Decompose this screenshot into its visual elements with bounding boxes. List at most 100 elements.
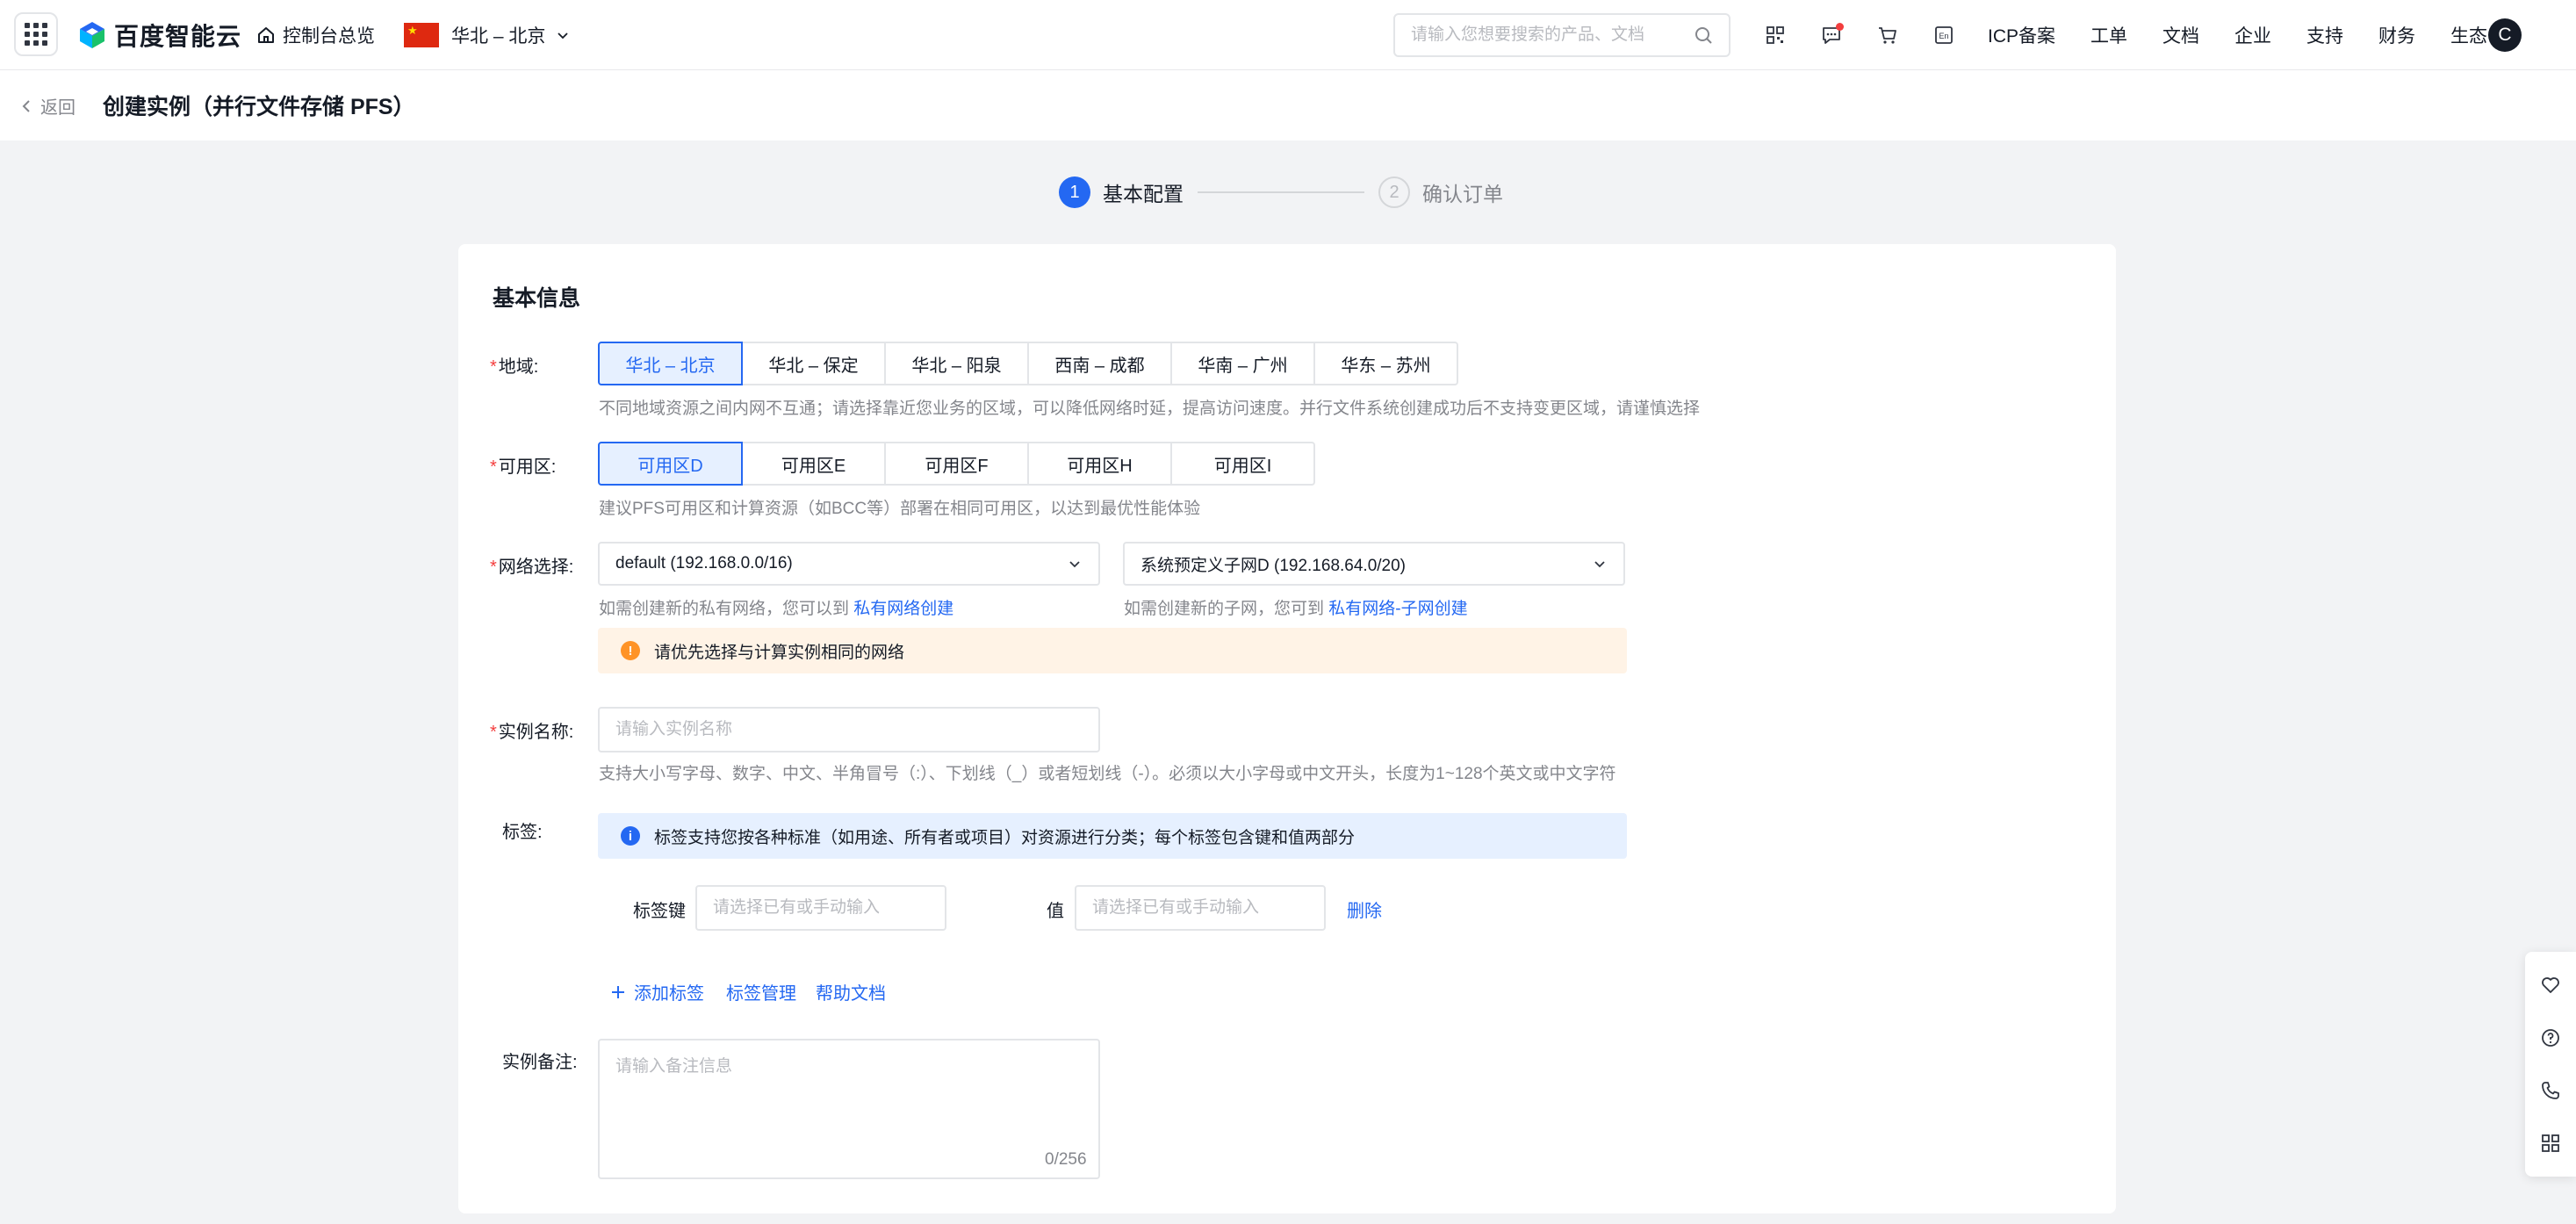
tag-key-input[interactable] bbox=[695, 885, 946, 931]
region-selector: 华北 – 北京 华北 – 保定 华北 – 阳泉 西南 – 成都 华南 – 广州 … bbox=[598, 342, 1458, 385]
console-home-link[interactable]: 控制台总览 bbox=[256, 19, 375, 51]
baidu-ai-cloud-logo[interactable]: 百度智能云 bbox=[77, 18, 241, 53]
vpc-select[interactable]: default (192.168.0.0/16) bbox=[598, 542, 1100, 586]
warning-icon: ! bbox=[621, 641, 640, 660]
delete-tag-link[interactable]: 删除 bbox=[1347, 896, 1382, 922]
create-subnet-link[interactable]: 私有网络-子网创建 bbox=[1328, 600, 1467, 618]
zone-option-f[interactable]: 可用区F bbox=[884, 442, 1029, 486]
subnet-select-value: 系统预定义子网D (192.168.64.0/20) bbox=[1140, 556, 1407, 575]
vpc-hint: 如需创建新的私有网络，您可以到 私有网络创建 bbox=[599, 600, 954, 618]
section-title: 基本信息 bbox=[493, 286, 581, 311]
console-home-label: 控制台总览 bbox=[283, 26, 375, 47]
remark-char-counter: 0/256 bbox=[1045, 1150, 1087, 1169]
tag-key-label: 标签键 bbox=[633, 902, 686, 921]
global-search-box[interactable] bbox=[1393, 13, 1731, 57]
chevron-down-icon bbox=[1594, 561, 1605, 568]
nav-link-finance[interactable]: 财务 bbox=[2378, 22, 2415, 48]
basic-info-card: 基本信息 * 地域: 华北 – 北京 华北 – 保定 华北 – 阳泉 西南 – 成… bbox=[458, 244, 2116, 1213]
plus-icon bbox=[612, 985, 624, 998]
zone-hint: 建议PFS可用区和计算资源（如BCC等）部署在相同可用区，以达到最优性能体验 bbox=[599, 500, 1201, 518]
logo-text: 百度智能云 bbox=[114, 23, 242, 50]
nav-link-docs[interactable]: 文档 bbox=[2162, 22, 2199, 48]
info-icon: i bbox=[621, 826, 640, 846]
tag-value-input[interactable] bbox=[1075, 885, 1326, 931]
chevron-left-icon bbox=[22, 99, 30, 112]
user-avatar[interactable]: C bbox=[2488, 18, 2522, 52]
tags-info-alert: i 标签支持您按各种标准（如用途、所有者或项目）对资源进行分类；每个标签包含键和… bbox=[598, 813, 1627, 859]
nav-link-ecosystem[interactable]: 生态 bbox=[2450, 22, 2487, 48]
zone-field-label: * 可用区: bbox=[490, 457, 557, 477]
svg-text:En: En bbox=[1939, 32, 1948, 40]
step-indicator: 1 基本配置 2 确认订单 bbox=[1059, 176, 1503, 209]
instance-name-input[interactable] bbox=[598, 707, 1100, 752]
region-hint: 不同地域资源之间内网不互通；请选择靠近您业务的区域，可以降低网络时延，提高访问速… bbox=[599, 400, 1701, 418]
region-option-chengdu[interactable]: 西南 – 成都 bbox=[1027, 342, 1172, 385]
back-button[interactable]: 返回 bbox=[21, 93, 76, 119]
back-label: 返回 bbox=[40, 98, 76, 118]
nav-link-support[interactable]: 支持 bbox=[2306, 22, 2343, 48]
logo-cube-icon bbox=[80, 22, 104, 48]
page-title: 创建实例（并行文件存储 PFS） bbox=[103, 95, 415, 119]
network-field-label: * 网络选择: bbox=[490, 558, 574, 577]
nav-icon-group: En bbox=[1759, 19, 1984, 51]
global-search-input[interactable] bbox=[1411, 25, 1694, 45]
region-label: 华北 – 北京 bbox=[451, 26, 546, 47]
phone-icon[interactable] bbox=[2537, 1077, 2564, 1104]
chevron-down-icon bbox=[1069, 561, 1080, 568]
apps-icon[interactable] bbox=[2537, 1130, 2564, 1156]
nav-link-enterprise[interactable]: 企业 bbox=[2234, 22, 2271, 48]
region-field-label: * 地域: bbox=[490, 357, 539, 377]
tags-field-label: 标签: bbox=[502, 823, 543, 842]
top-navbar: 百度智能云 控制台总览 华北 – 北京 En bbox=[0, 0, 2576, 70]
network-warning-alert: ! 请优先选择与计算实例相同的网络 bbox=[598, 628, 1627, 673]
region-switcher[interactable]: 华北 – 北京 bbox=[404, 19, 570, 51]
nav-link-icp[interactable]: ICP备案 bbox=[1988, 22, 2055, 48]
subnet-select[interactable]: 系统预定义子网D (192.168.64.0/20) bbox=[1123, 542, 1625, 586]
zone-option-i[interactable]: 可用区I bbox=[1170, 442, 1315, 486]
china-flag-icon bbox=[404, 23, 439, 47]
product-menu-button[interactable] bbox=[14, 12, 58, 56]
region-option-beijing[interactable]: 华北 – 北京 bbox=[598, 342, 743, 385]
floating-toolbar bbox=[2525, 952, 2576, 1177]
instance-name-hint: 支持大小写字母、数字、中文、半角冒号（:）、下划线（_）或者短划线（-）。必须以… bbox=[599, 765, 1616, 783]
chevron-down-icon bbox=[558, 32, 568, 40]
remark-textarea[interactable] bbox=[598, 1039, 1100, 1179]
zone-selector: 可用区D 可用区E 可用区F 可用区H 可用区I bbox=[598, 442, 1315, 486]
region-option-guangzhou[interactable]: 华南 – 广州 bbox=[1170, 342, 1315, 385]
create-vpc-link[interactable]: 私有网络创建 bbox=[853, 600, 953, 618]
help-icon[interactable] bbox=[2537, 1025, 2564, 1051]
tag-management-link[interactable]: 标签管理 bbox=[726, 979, 796, 1004]
subnet-hint: 如需创建新的子网，您可到 私有网络-子网创建 bbox=[1124, 600, 1468, 618]
step-connector bbox=[1198, 191, 1364, 193]
zone-option-d[interactable]: 可用区D bbox=[598, 442, 743, 486]
en-language-icon[interactable]: En bbox=[1928, 19, 1960, 51]
message-icon[interactable] bbox=[1816, 19, 1847, 51]
nav-link-group: ICP备案 工单 文档 企业 支持 财务 生态 bbox=[1988, 19, 2522, 51]
step-1-label: 基本配置 bbox=[1103, 183, 1184, 205]
vpc-select-value: default (192.168.0.0/16) bbox=[615, 554, 793, 572]
home-icon bbox=[258, 27, 274, 43]
instance-name-field-label: * 实例名称: bbox=[490, 723, 574, 742]
search-icon[interactable] bbox=[1694, 25, 1713, 45]
page-header: 返回 创建实例（并行文件存储 PFS） bbox=[0, 70, 2576, 140]
qrcode-icon[interactable] bbox=[1759, 19, 1791, 51]
region-option-yangquan[interactable]: 华北 – 阳泉 bbox=[884, 342, 1029, 385]
help-doc-link[interactable]: 帮助文档 bbox=[816, 979, 886, 1004]
favorite-icon[interactable] bbox=[2537, 972, 2564, 998]
network-warning-text: 请优先选择与计算实例相同的网络 bbox=[654, 643, 905, 662]
step-2-number: 2 bbox=[1378, 176, 1410, 208]
region-option-baoding[interactable]: 华北 – 保定 bbox=[741, 342, 886, 385]
step-1-number: 1 bbox=[1059, 176, 1090, 208]
cart-icon[interactable] bbox=[1872, 19, 1903, 51]
add-tag-button[interactable]: 添加标签 bbox=[609, 979, 704, 1004]
grid-icon bbox=[25, 23, 47, 46]
zone-option-h[interactable]: 可用区H bbox=[1027, 442, 1172, 486]
step-2-label: 确认订单 bbox=[1422, 183, 1503, 205]
zone-option-e[interactable]: 可用区E bbox=[741, 442, 886, 486]
tags-info-text: 标签支持您按各种标准（如用途、所有者或项目）对资源进行分类；每个标签包含键和值两… bbox=[654, 828, 1356, 847]
nav-link-ticket[interactable]: 工单 bbox=[2090, 22, 2127, 48]
region-option-suzhou[interactable]: 华东 – 苏州 bbox=[1313, 342, 1458, 385]
unread-dot bbox=[1836, 23, 1844, 31]
tag-value-label: 值 bbox=[1047, 902, 1064, 921]
remark-field-label: 实例备注: bbox=[502, 1053, 578, 1072]
